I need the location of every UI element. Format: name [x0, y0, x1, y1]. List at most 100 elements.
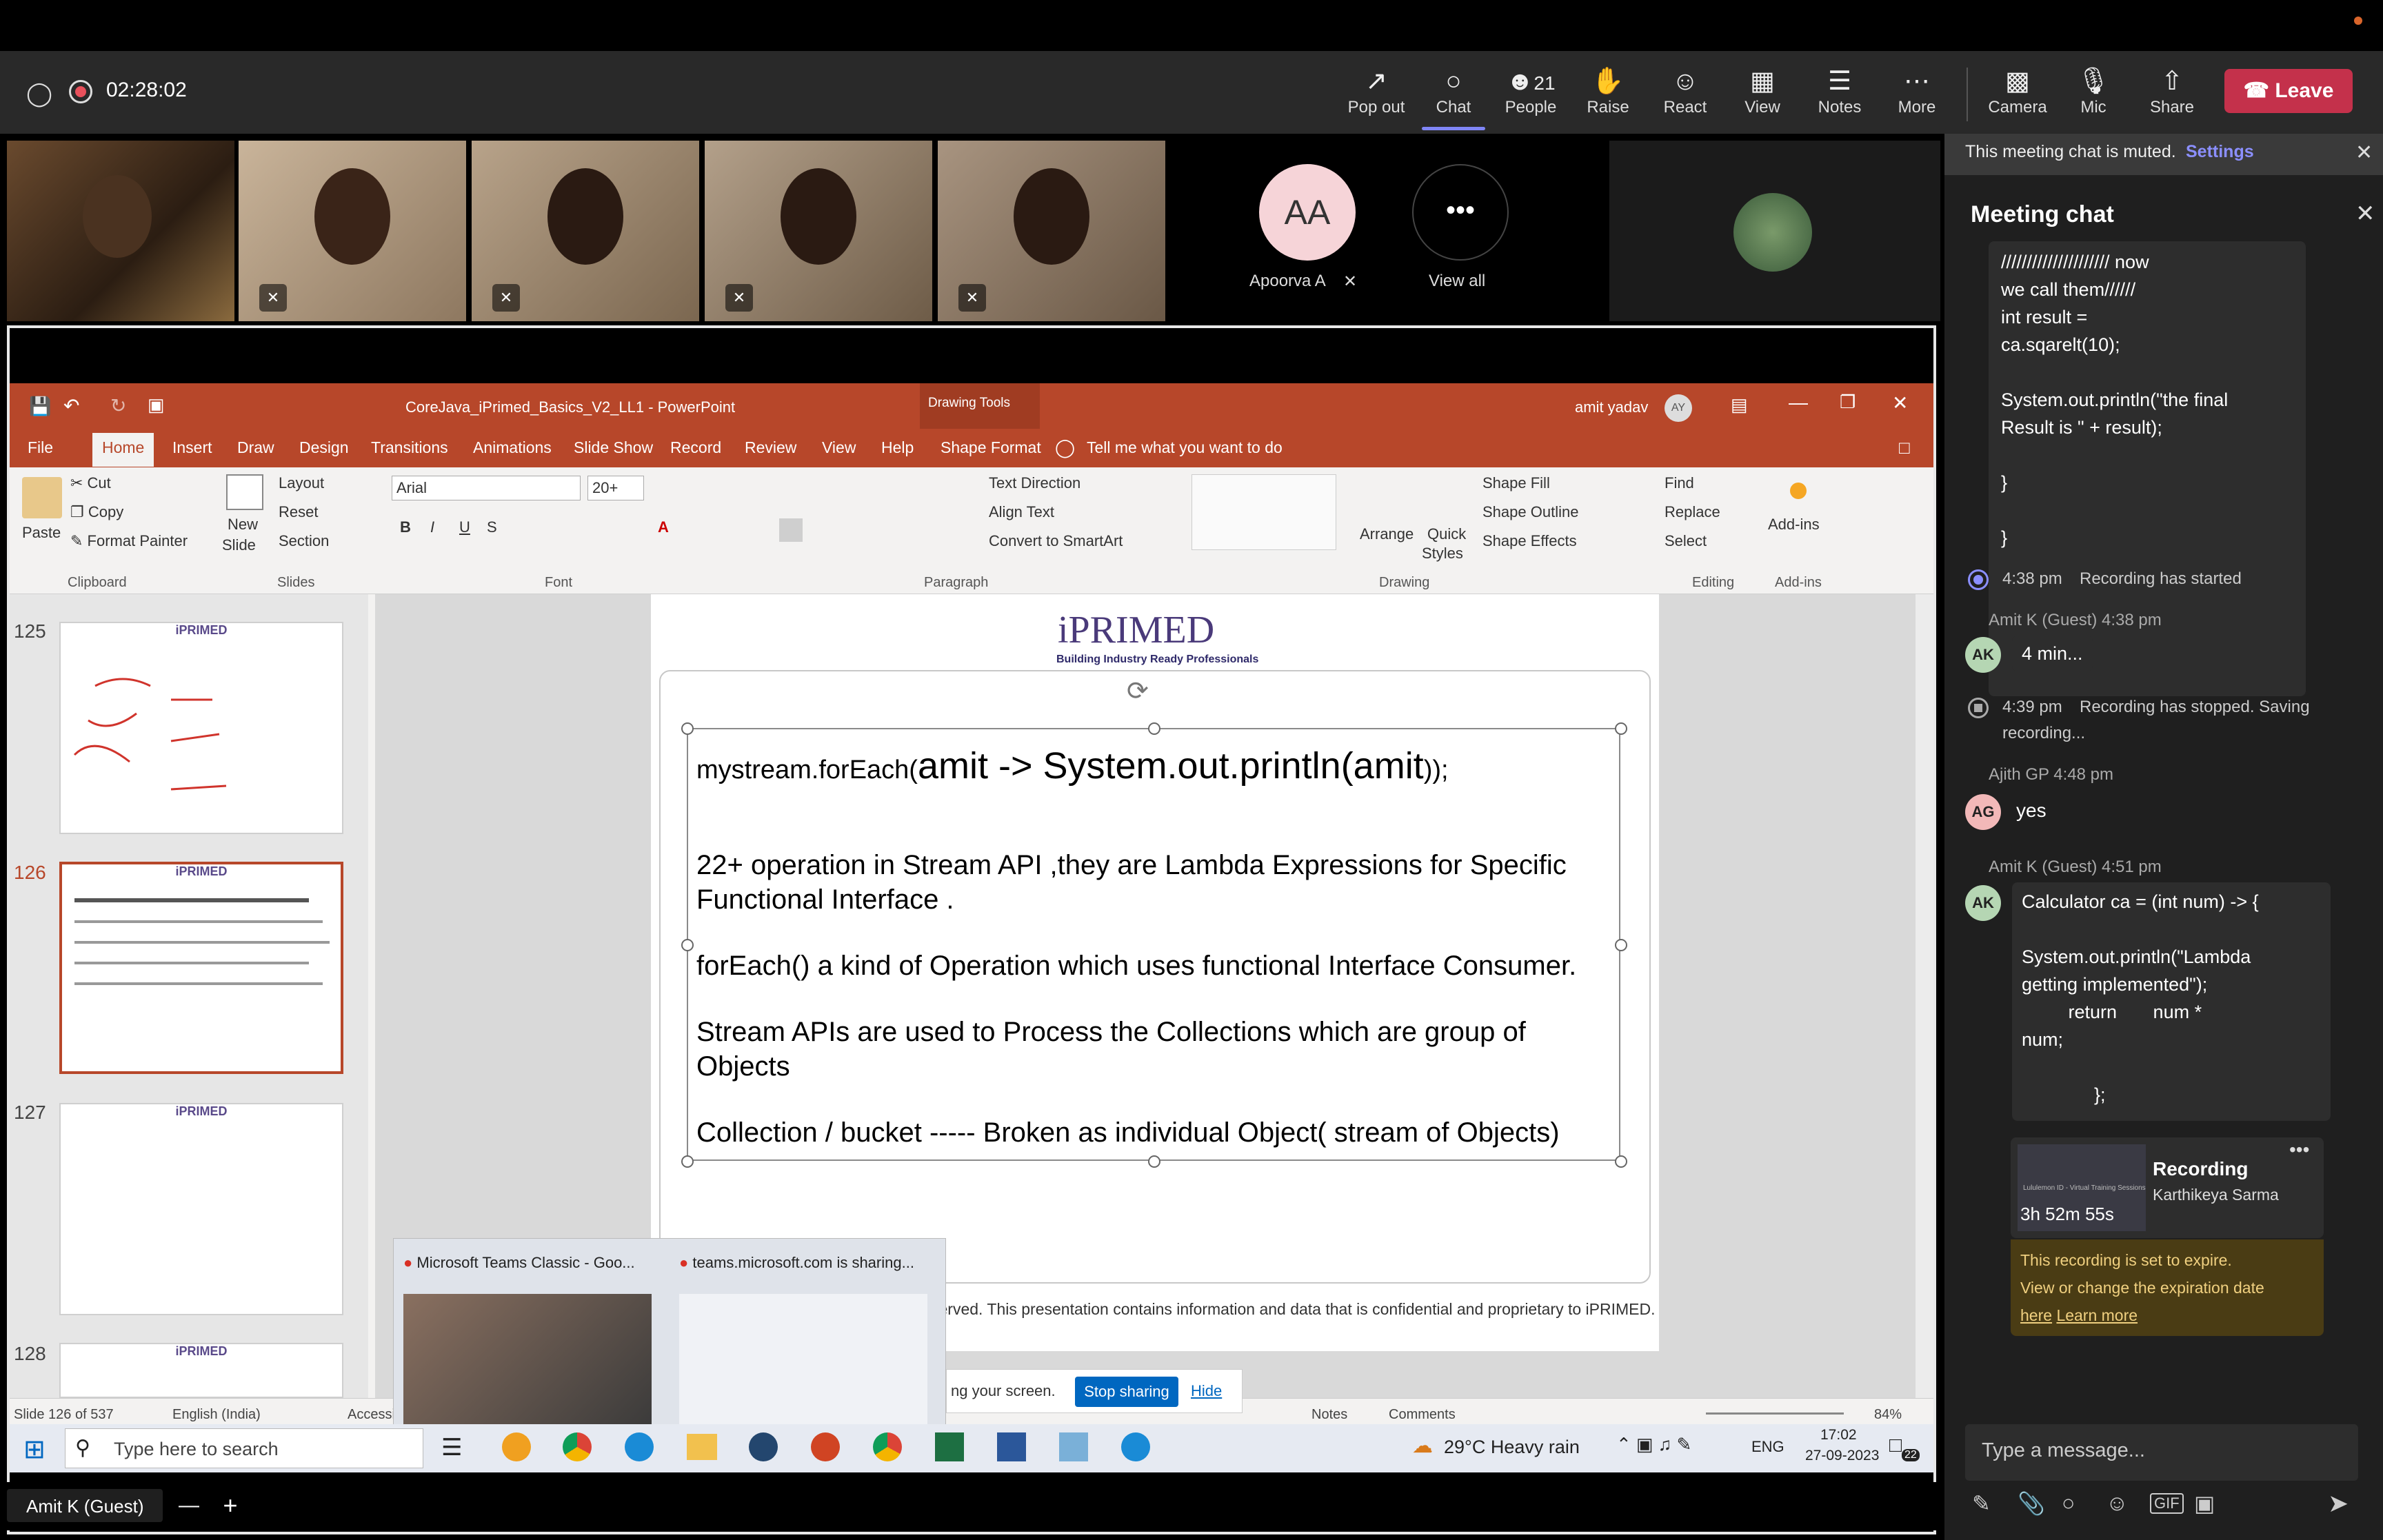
edge-icon[interactable]: [625, 1432, 654, 1461]
participant-tile[interactable]: ✕: [239, 141, 466, 321]
preview-thumbnail[interactable]: [679, 1294, 927, 1432]
chrome-icon[interactable]: [563, 1432, 592, 1461]
share-button[interactable]: ⇧ Share: [2138, 65, 2206, 127]
tab-help[interactable]: Help: [881, 438, 914, 457]
tab-file[interactable]: File: [28, 438, 53, 457]
slide-thumbnail[interactable]: iPRIMED: [59, 622, 343, 834]
redo-icon[interactable]: ↻: [110, 394, 126, 417]
select-button[interactable]: Select: [1665, 532, 1707, 550]
new-slide-label[interactable]: Slide: [222, 536, 256, 554]
tab-transitions[interactable]: Transitions: [371, 438, 448, 457]
vertical-scrollbar[interactable]: [1916, 594, 1933, 1398]
settings-link[interactable]: Settings: [2186, 142, 2254, 162]
accessibility-status[interactable]: Accessi: [348, 1407, 395, 1423]
rotate-handle-icon[interactable]: ⟳: [1127, 676, 1149, 707]
italic-button[interactable]: I: [430, 518, 434, 536]
tab-review[interactable]: Review: [745, 438, 796, 457]
addins-button[interactable]: Add-ins: [1768, 516, 1820, 534]
section-button[interactable]: Section: [279, 532, 329, 550]
hide-button[interactable]: Hide: [1191, 1382, 1222, 1400]
paste-icon[interactable]: [22, 477, 62, 518]
participant-tile[interactable]: ✕: [472, 141, 699, 321]
raise-hand-button[interactable]: ✋ Raise: [1573, 65, 1642, 127]
shapes-gallery[interactable]: [1192, 474, 1336, 550]
clock-date[interactable]: 27-09-2023: [1805, 1448, 1879, 1464]
windows-start-icon[interactable]: ⊞: [23, 1434, 46, 1465]
resize-handle[interactable]: [1615, 1155, 1627, 1168]
zoom-slider[interactable]: [1706, 1412, 1844, 1415]
more-button[interactable]: ⋯ More: [1882, 65, 1951, 127]
app-icon[interactable]: [1121, 1432, 1150, 1461]
shape-fill-button[interactable]: Shape Fill: [1482, 474, 1550, 492]
close-window-icon[interactable]: ✕: [1892, 392, 1908, 414]
more-icon[interactable]: •••: [2289, 1139, 2309, 1161]
layout-button[interactable]: Layout: [279, 474, 324, 492]
font-name-select[interactable]: Arial: [392, 476, 581, 500]
slide-thumbnail-selected[interactable]: iPRIMED: [59, 862, 343, 1074]
font-color-button[interactable]: A: [658, 518, 669, 536]
preview-thumbnail[interactable]: [403, 1294, 652, 1432]
notification-icon[interactable]: □: [1889, 1434, 1902, 1457]
close-icon[interactable]: ✕: [2355, 141, 2373, 165]
new-slide-label[interactable]: New: [228, 516, 258, 534]
here-link[interactable]: here: [2020, 1306, 2052, 1324]
tab-home[interactable]: Home: [92, 433, 154, 467]
mic-button[interactable]: 🎙 Mic: [2059, 65, 2128, 127]
tab-insert[interactable]: Insert: [172, 438, 212, 457]
resize-handle[interactable]: [1615, 939, 1627, 951]
tab-record[interactable]: Record: [670, 438, 721, 457]
chat-button[interactable]: ○ Chat: [1419, 65, 1488, 127]
leave-button[interactable]: ☎ Leave: [2224, 69, 2353, 113]
tray-icons[interactable]: ⌃ ▣ ♫ ✎: [1616, 1434, 1691, 1455]
arrange-button[interactable]: Arrange: [1360, 525, 1414, 543]
align-text-button[interactable]: Align Text: [989, 503, 1054, 521]
convert-smartart-button[interactable]: Convert to SmartArt: [989, 532, 1123, 550]
sticker-icon[interactable]: ▣: [2194, 1490, 2215, 1517]
quick-styles-button[interactable]: Quick: [1427, 525, 1466, 543]
slide-thumbnail[interactable]: iPRIMED: [59, 1343, 343, 1398]
notes-button[interactable]: ☰ Notes: [1805, 65, 1874, 127]
text-direction-button[interactable]: Text Direction: [989, 474, 1080, 492]
language[interactable]: English (India): [172, 1407, 261, 1423]
resize-handle[interactable]: [681, 722, 694, 735]
comments-toggle[interactable]: Comments: [1389, 1407, 1456, 1423]
align-left-button[interactable]: [779, 518, 803, 542]
participant-tile[interactable]: [7, 141, 234, 321]
gif-icon[interactable]: GIF: [2150, 1493, 2184, 1514]
app-icon[interactable]: [749, 1432, 778, 1461]
zoom-in-icon[interactable]: +: [214, 1489, 247, 1522]
loop-icon[interactable]: ○: [2062, 1490, 2075, 1516]
send-icon[interactable]: ➤: [2328, 1489, 2349, 1518]
input-language[interactable]: ENG: [1751, 1438, 1784, 1456]
resize-handle[interactable]: [681, 939, 694, 951]
view-button[interactable]: ▦ View: [1728, 65, 1797, 127]
copy-button[interactable]: ❐ Copy: [70, 503, 123, 521]
file-explorer-icon[interactable]: [687, 1434, 717, 1460]
addins-icon[interactable]: [1790, 483, 1807, 499]
zoom-out-icon[interactable]: —: [172, 1489, 205, 1522]
slide-thumbnail[interactable]: iPRIMED: [59, 1103, 343, 1315]
shape-effects-button[interactable]: Shape Effects: [1482, 532, 1577, 550]
emoji-icon[interactable]: ☺: [2106, 1490, 2129, 1516]
format-icon[interactable]: ✎: [1972, 1490, 1991, 1517]
participant-avatar[interactable]: AA: [1259, 164, 1356, 261]
replace-button[interactable]: Replace: [1665, 503, 1720, 521]
undo-icon[interactable]: ↶: [63, 394, 79, 417]
app-icon[interactable]: [1059, 1432, 1088, 1461]
learn-more-link[interactable]: Learn more: [2056, 1306, 2138, 1324]
shadow-button[interactable]: S: [487, 518, 497, 536]
zoom-level[interactable]: 84%: [1874, 1407, 1902, 1423]
compose-placeholder[interactable]: Type a message...: [1982, 1439, 2145, 1462]
find-button[interactable]: Find: [1665, 474, 1694, 492]
word-icon[interactable]: [997, 1432, 1026, 1461]
powerpoint-icon[interactable]: [811, 1432, 840, 1461]
format-painter-button[interactable]: ✎ Format Painter: [70, 532, 188, 550]
task-view-icon[interactable]: ☰: [441, 1434, 462, 1461]
tab-animations[interactable]: Animations: [473, 438, 552, 457]
quick-styles-button[interactable]: Styles: [1422, 545, 1463, 563]
restore-icon[interactable]: ❐: [1840, 392, 1856, 413]
tell-me-search[interactable]: Tell me what you want to do: [1087, 438, 1283, 457]
chrome-icon[interactable]: [873, 1432, 902, 1461]
save-icon[interactable]: 💾: [29, 396, 51, 417]
minimize-icon[interactable]: —: [1789, 392, 1808, 414]
